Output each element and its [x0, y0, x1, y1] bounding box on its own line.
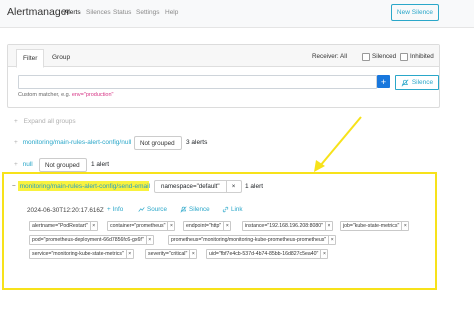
- close-icon[interactable]: ×: [168, 222, 174, 230]
- label-text: prometheus="monitoring/monitoring-kube-p…: [169, 236, 330, 244]
- annotation-arrow: [314, 116, 362, 172]
- namespace-label-pill: namespace="default" ×: [154, 180, 242, 193]
- close-icon[interactable]: ×: [321, 250, 327, 258]
- close-icon[interactable]: ×: [224, 222, 230, 230]
- label-instance: instance="192.168.196.208:8080" ×: [242, 221, 333, 231]
- label-severity: severity="critical" ×: [145, 249, 198, 259]
- info-button[interactable]: + Info: [107, 206, 123, 213]
- label-text: job="kube-state-metrics": [341, 222, 403, 230]
- close-icon[interactable]: ×: [329, 236, 335, 244]
- label-prometheus: prometheus="monitoring/monitoring-kube-p…: [168, 235, 337, 245]
- plus-icon: +: [107, 206, 111, 213]
- close-icon[interactable]: ×: [326, 222, 332, 230]
- label-job: job="kube-state-metrics" ×: [340, 221, 410, 231]
- silence-alert-button[interactable]: Silence: [180, 206, 210, 213]
- bell-slash-icon: [180, 206, 187, 213]
- source-button[interactable]: Source: [138, 206, 167, 213]
- close-icon[interactable]: ×: [127, 250, 133, 258]
- label-text: uid="fbf7e4cb-537d-4b74-85bb-16d827c5ea4…: [207, 250, 322, 258]
- link-label: Link: [231, 206, 243, 213]
- label-text: severity="critical": [146, 250, 191, 258]
- label-container: container="prometheus" ×: [107, 221, 176, 231]
- group-send-email[interactable]: − monitoring/main-rules-alert-config/sen…: [12, 183, 150, 190]
- label-pod: pod="prometheus-deployment-66d7856fc6-gx…: [29, 235, 154, 245]
- label-alertname: alertname="PodRestart" ×: [29, 221, 98, 231]
- label-service: service="monitoring-kube-state-metrics" ×: [29, 249, 134, 259]
- label-text: service="monitoring-kube-state-metrics": [30, 250, 127, 258]
- close-icon[interactable]: ×: [190, 250, 196, 258]
- label-text: endpoint="http": [184, 222, 225, 230]
- label-text: pod="prometheus-deployment-66d7856fc6-gx…: [30, 236, 147, 244]
- silence-alert-label: Silence: [189, 206, 210, 213]
- label-text: instance="192.168.196.208:8080": [243, 222, 326, 230]
- alert-count: 1 alert: [245, 183, 264, 190]
- link-icon: [222, 206, 229, 213]
- close-icon[interactable]: ×: [147, 236, 153, 244]
- label-text: alertname="PodRestart": [30, 222, 91, 230]
- source-label: Source: [147, 206, 167, 213]
- label-endpoint: endpoint="http" ×: [183, 221, 232, 231]
- close-icon[interactable]: ×: [227, 181, 241, 192]
- label-uid: uid="fbf7e4cb-537d-4b74-85bb-16d827c5ea4…: [206, 249, 329, 259]
- minus-icon: −: [12, 183, 16, 190]
- close-icon[interactable]: ×: [91, 222, 97, 230]
- label-text: container="prometheus": [108, 222, 169, 230]
- link-button[interactable]: Link: [222, 206, 243, 213]
- close-icon[interactable]: ×: [402, 222, 408, 230]
- namespace-label-text: namespace="default": [155, 181, 227, 192]
- info-label: Info: [112, 206, 124, 213]
- group-name[interactable]: monitoring/main-rules-alert-config/send-…: [20, 183, 150, 190]
- chart-line-icon: [138, 207, 145, 212]
- alert-timestamp: 2024-06-30T12:20:17.616Z: [27, 207, 104, 214]
